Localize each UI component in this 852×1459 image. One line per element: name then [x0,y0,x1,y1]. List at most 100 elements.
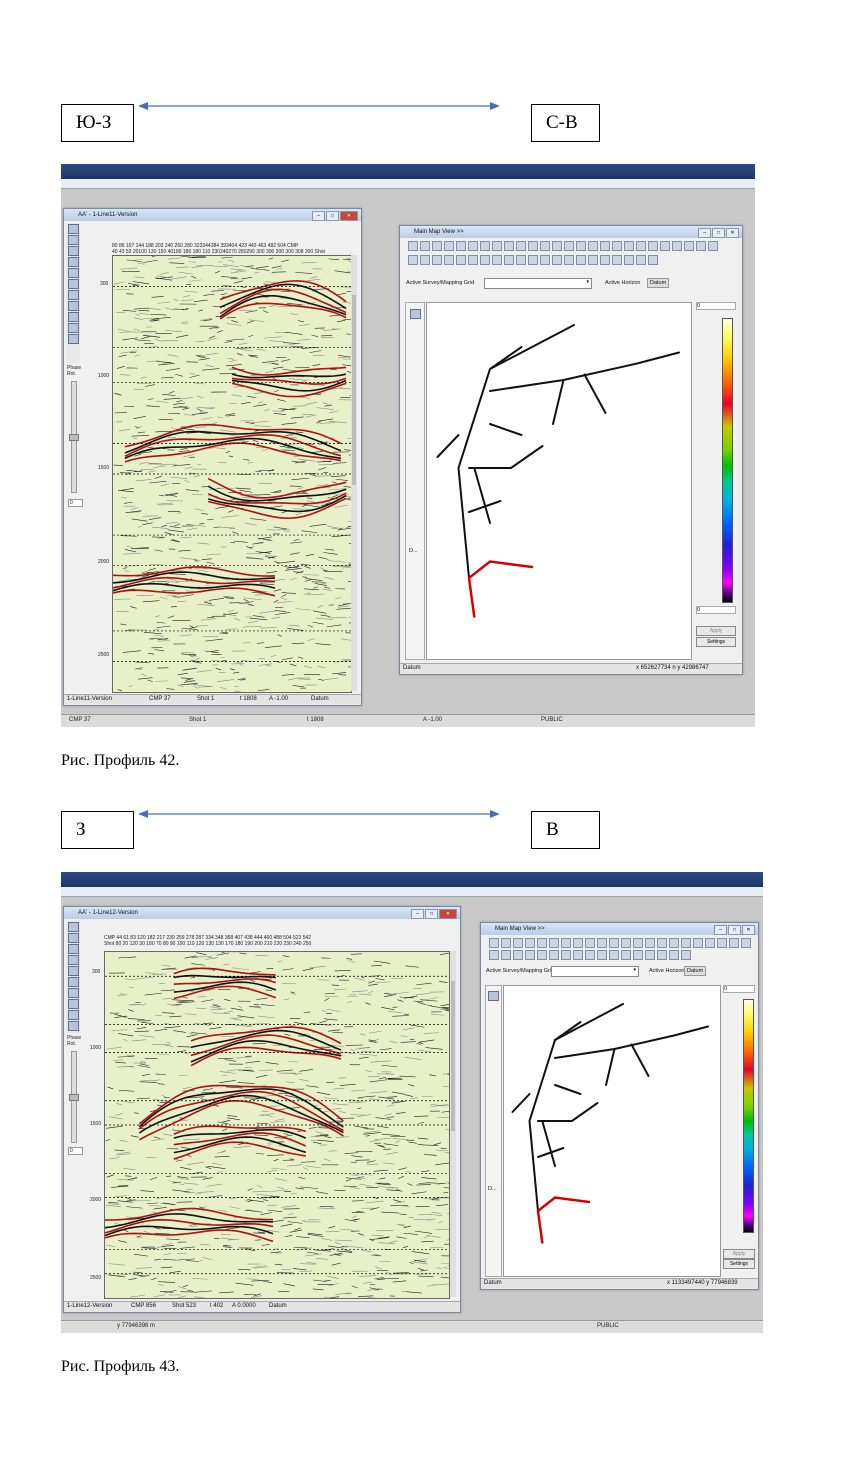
palette-icon[interactable] [67,290,79,300]
layer-icon[interactable] [409,309,421,319]
time-tick: 1500 [98,465,110,471]
maximize-button[interactable]: □ [326,211,339,221]
phase-slider-thumb[interactable] [69,1094,79,1101]
minimize-button[interactable]: – [698,228,711,238]
screenshot-profile-43: AA' - 1-Line12-Version – □ ✕ Phase Rot. 0 … [61,872,763,1333]
maximize-button[interactable]: □ [712,228,725,238]
close-button[interactable]: ✕ [726,228,739,238]
hand-icon[interactable] [67,312,79,322]
palette-icon[interactable] [67,988,79,998]
map-status-bar: Datum x 1133497440 y 77946839 [481,1278,758,1289]
phase-slider[interactable] [69,1051,79,1143]
profile-status-bar: 1-Line12-Version CMP 856 Shot 523 t 402 … [64,1301,460,1312]
minimize-button[interactable]: – [714,925,727,935]
pointer-icon[interactable] [67,301,79,311]
vertical-toolbar [66,921,80,1033]
phase-slider-thumb[interactable] [69,434,79,441]
move-icon[interactable] [67,334,79,344]
maximize-button[interactable]: □ [425,909,438,919]
grid-icon[interactable] [67,955,79,965]
app-status-bar: y 77946398 m PUBLIC [61,1320,763,1333]
seismic-section[interactable] [104,951,450,1299]
close-button[interactable]: ✕ [439,909,457,919]
layer-icon[interactable] [488,991,499,1001]
vertical-toolbar [66,223,80,363]
horizon-value[interactable]: Datum [647,278,670,288]
profile-window-title: AA' - 1-Line12-Version [64,907,460,919]
colorbar-top-value[interactable]: 0 [723,985,755,993]
horizon-icon[interactable] [67,268,79,278]
colorbar-top-value[interactable]: 0 [696,302,736,310]
desktop-titlebar [61,164,755,179]
caption-profile-43: Рис. Профиль 43. [61,1358,180,1375]
screenshot-profile-42: AA' - 1-Line11-Version – □ ✕ Phase Rot. 0 … [61,164,755,727]
magnifier-icon[interactable] [67,323,79,333]
profile-window: AA' - 1-Line12-Version – □ ✕ Phase Rot. 0 … [63,906,461,1313]
colorbar [743,999,754,1233]
settings-button[interactable]: Settings [723,1259,755,1269]
fault-icon[interactable] [67,279,79,289]
direction-label-left: Ю-З [61,104,134,142]
time-tick: 300 [100,281,109,287]
layers-icon[interactable] [67,944,79,954]
phase-value[interactable]: 0 [68,499,83,507]
direction-label-left: З [61,811,134,849]
map-canvas[interactable] [503,985,721,1277]
profile-status-bar: 1-Line11-Version CMP 37 Shot 1 t 1808 A … [64,694,361,705]
map-window: Main Map View >> – □ ✕ Active Survey/Mappi… [480,922,759,1290]
desktop-toolbar [61,179,755,189]
zoom-icon[interactable] [67,922,79,932]
shot-axis-row: Shot 80 20 120 30 180 70 80 90 100 110 1… [104,941,312,947]
vertical-scrollbar[interactable] [351,255,357,691]
zoom-icon[interactable] [67,224,79,234]
phase-slider[interactable] [69,381,79,493]
close-button[interactable]: ✕ [340,211,358,221]
apply-button[interactable]: Apply [723,1249,755,1259]
map-status-bar: Datum x 652627734 n y 42986747 [400,663,742,674]
time-tick: 2000 [98,559,110,565]
side-label: D... [488,1186,497,1192]
maximize-button[interactable]: □ [728,925,741,935]
desktop-toolbar [61,887,763,897]
horizon-label: Active Horizon [605,280,641,286]
layers-icon[interactable] [67,246,79,256]
colorbar-bottom-value[interactable]: 0 [696,606,736,614]
map-canvas[interactable] [426,302,692,660]
horizon-value[interactable]: Datum [684,966,707,976]
map-window: Main Map View >> – □ ✕ Active Survey/Mappi… [399,225,743,675]
caption-profile-42: Рис. Профиль 42. [61,752,180,769]
time-tick: 2500 [90,1275,102,1281]
double-arrow-icon [138,810,500,818]
map-side-panel: D... [485,985,502,1277]
close-button[interactable]: ✕ [742,925,755,935]
print-icon[interactable] [67,933,79,943]
minimize-button[interactable]: – [411,909,424,919]
desktop-titlebar [61,872,763,887]
survey-select[interactable]: ▾ [551,966,639,977]
time-tick: 1500 [90,1121,102,1127]
survey-label: Active Survey/Mapping Grid [486,968,555,974]
magnifier-icon[interactable] [67,1021,79,1031]
pointer-icon[interactable] [67,999,79,1009]
phase-label: Phase Rot. [67,1035,82,1047]
direction-label-right: В [531,811,600,849]
fault-icon[interactable] [67,977,79,987]
phase-value[interactable]: 0 [68,1147,83,1155]
horizon-icon[interactable] [67,966,79,976]
map-side-panel: D... [405,302,425,660]
survey-select[interactable]: ▾ [484,278,592,289]
horizon-label: Active Horizon [649,968,685,974]
minimize-button[interactable]: – [312,211,325,221]
vertical-scrollbar[interactable] [450,951,456,1297]
time-tick: 2500 [98,652,110,658]
hand-icon[interactable] [67,1010,79,1020]
settings-button[interactable]: Settings [696,637,736,647]
map-toolbar-2 [483,949,756,960]
print-icon[interactable] [67,235,79,245]
map-toolbar-1 [483,937,756,948]
seismic-section[interactable] [112,255,352,693]
apply-button[interactable]: Apply [696,626,736,636]
direction-label-right: С-В [531,104,600,142]
grid-icon[interactable] [67,257,79,267]
map-toolbar-2 [402,254,740,265]
